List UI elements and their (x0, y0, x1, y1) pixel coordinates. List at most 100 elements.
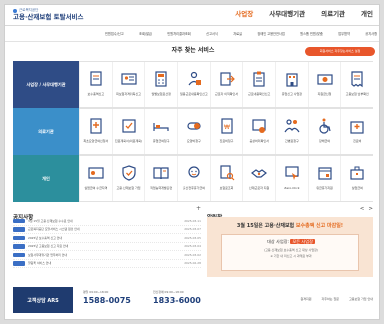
notice-item[interactable]: 3월 15일 고용·산재보험 수수료 안내 2025-03-11 (13, 217, 201, 226)
favorite-settings-button[interactable]: 회원서비스 자주찾는서비스 설정 (305, 47, 375, 56)
service-item[interactable]: 보수총액신고 (79, 62, 112, 107)
service-label: 피보험자격취득신고 (116, 92, 141, 96)
service-label: Zero-Click (284, 186, 300, 190)
notice-badge (13, 252, 25, 257)
phone-number[interactable]: 1588-0075 (83, 295, 131, 307)
service-label: 고용보험 납부확인 (345, 92, 369, 96)
service-item[interactable]: 산재근로자 지원 (242, 156, 275, 201)
footer-link[interactable]: 고용보험 가입 안내 (349, 296, 373, 302)
click-icon (285, 166, 299, 180)
prev-button[interactable]: < (360, 205, 365, 213)
service-item[interactable]: 고용보험 납부확인 (340, 62, 373, 107)
footer-links: 원격지원 자주하는 질문 고용보험 가입 안내 (300, 296, 373, 302)
service-item[interactable]: 근로자 이직확인서 (209, 62, 243, 107)
id-card-icon (88, 167, 104, 179)
wheelchair-icon (318, 118, 331, 134)
subnav-item[interactable]: 공지사항 (365, 29, 377, 39)
baby-icon (188, 166, 200, 178)
service-item[interactable]: Zero-Click (275, 156, 308, 201)
book-icon (153, 167, 169, 180)
phone-number[interactable]: 1833-6000 (153, 295, 201, 307)
subnav-item[interactable]: 장애인 고용안전사업 (257, 29, 284, 39)
notice-date: 2025-03-07 (184, 227, 201, 232)
notice-item[interactable]: 보험사무대행기관 업무처리 안내 2025-03-02 (13, 251, 201, 260)
service-item[interactable]: 진료계획서(의료계획) (111, 109, 145, 154)
notice-badge (13, 235, 25, 240)
hospital-icon (350, 121, 364, 134)
nav-business[interactable]: 사업장 (235, 10, 253, 19)
alarm-banner[interactable]: 3월 15일은 고용·산재보험 보수총액 신고 마감일! 대상 사업장: 모든 … (207, 217, 373, 277)
service-item[interactable]: ₩ 진료비청구 (209, 109, 243, 154)
subnav-item[interactable]: 신고서식 (206, 29, 218, 39)
search-doc-icon (219, 165, 234, 181)
service-item[interactable]: 일용근로내용확인신고 (177, 62, 210, 107)
phone-block: 평일 09:00~18:00 1588-0075 (83, 290, 131, 307)
subnav-item[interactable]: 민원접수/신고 (105, 29, 124, 39)
subnav-item[interactable]: 원스톱 민원/맞춤 (300, 29, 323, 39)
service-item[interactable]: 지원금신청 (307, 62, 341, 107)
service-item[interactable]: 고용·산재보험 가입 (111, 156, 145, 201)
page: 근로복지공단 고용·산재보험 토탈서비스 사업장 사무대행기관 의료기관 개인 … (4, 4, 380, 320)
service-label: 진료비 (353, 139, 362, 143)
bed-icon (153, 123, 169, 131)
service-item[interactable]: 휴업신고 사업장 (275, 62, 308, 107)
service-item[interactable]: 최초요양급여신청서 (79, 109, 112, 154)
subnav-item[interactable]: 업무협약 (338, 29, 350, 39)
service-item[interactable]: 출산전후휴가급여 (177, 156, 210, 201)
service-row-business: 사업장 / 사무대행기관 보수총액신고 피보험자격취득신고 월별보험료산정 일용… (13, 61, 373, 108)
site-logo[interactable]: 근로복지공단 고용·산재보험 토탈서비스 (13, 8, 84, 22)
service-row-medical: 의료기관 최초요양급여신청서 진료계획서(의료계획) 휴업급여청구 요양비청구 … (13, 108, 373, 155)
notice-more-button[interactable]: + (196, 205, 201, 213)
service-item[interactable]: 피보험자격취득신고 (111, 62, 145, 107)
nav-personal[interactable]: 개인 (361, 10, 373, 19)
service-label: 최초요양급여신청서 (83, 139, 109, 143)
notice-text: 근로복지공단 토탈서비스 시스템 점검 안내 (28, 227, 80, 232)
notice-item[interactable]: 2025년 고용보험 신고 자료 안내 2025-03-04 (13, 243, 201, 251)
row-cells: 최초요양급여신청서 진료계획서(의료계획) 휴업급여청구 요양비청구 ₩ 진료비청… (79, 108, 373, 155)
service-label: 휴업급여청구 (152, 139, 170, 143)
notice-item[interactable]: 근로복지공단 토탈서비스 시스템 점검 안내 2025-03-07 (13, 226, 201, 234)
notice-date: 2025-03-02 (184, 252, 201, 257)
service-item[interactable]: 요양비청구 (177, 109, 210, 154)
footer-link[interactable]: 자주하는 질문 (321, 296, 339, 302)
service-item[interactable]: 보험료조회 (209, 156, 243, 201)
service-item[interactable]: 공상처리확인서 (242, 109, 275, 154)
notice-badge (13, 244, 25, 249)
service-label: 고용·산재보험 가입 (116, 186, 141, 190)
calculator-icon (155, 71, 167, 87)
service-label: 간병료청구 (284, 139, 299, 143)
service-item[interactable]: 월별보험료산정 (144, 62, 177, 107)
service-item[interactable]: 유급휴가지원 (307, 156, 341, 201)
service-item[interactable]: 간병료청구 (275, 109, 308, 154)
subnav-item[interactable]: 민원처리결과조회 (167, 29, 190, 39)
service-label: 진료계획서(의료계획) (114, 139, 143, 143)
service-label: 공상처리확인서 (249, 139, 269, 143)
nav-medical[interactable]: 의료기관 (321, 10, 345, 19)
receipt-icon (351, 71, 363, 88)
service-item[interactable]: 휴업급여청구 (144, 109, 177, 154)
service-item[interactable]: 실업급여 (340, 156, 373, 201)
notice-text: 2025년 고용보험 신고 자료 안내 (28, 244, 69, 249)
notice-item[interactable]: 알림톡 서비스 안내 2025-02-28 (13, 260, 201, 268)
service-item[interactable]: 진료비 (340, 109, 373, 154)
service-label: 보험료조회 (219, 186, 234, 190)
phone-block: 전산장애 09:00~18:00 1833-6000 (153, 290, 201, 307)
notice-text: 알림톡 서비스 안내 (28, 261, 52, 266)
service-item[interactable]: 직업능력개발훈련 (144, 156, 177, 201)
service-label: 실업급여 (351, 186, 363, 190)
nav-agency[interactable]: 사무대행기관 (269, 10, 305, 19)
logo-icon (13, 8, 17, 13)
service-item[interactable]: 장해급여 (307, 109, 341, 154)
header-divider (5, 25, 379, 26)
service-item[interactable]: 실업급여 수급자격 (79, 156, 112, 201)
subnav-item[interactable]: 조회/발급 (139, 29, 152, 39)
notice-item[interactable]: 2025년 보수총액 신고 안내 2025-03-05 (13, 234, 201, 243)
subnav-item[interactable]: 자료실 (233, 29, 242, 39)
service-label: 보수총액신고 (87, 92, 105, 96)
footer-link[interactable]: 원격지원 (300, 296, 311, 302)
service-label: 장해급여 (319, 139, 331, 143)
service-item[interactable]: 근로내용확인신고 (242, 62, 275, 107)
row-label: 사업장 / 사무대행기관 (13, 61, 79, 108)
sub-nav: 민원접수/신고 조회/발급 민원처리결과조회 신고서식 자료실 장애인 고용안전… (105, 29, 377, 39)
next-button[interactable]: > (368, 205, 373, 213)
